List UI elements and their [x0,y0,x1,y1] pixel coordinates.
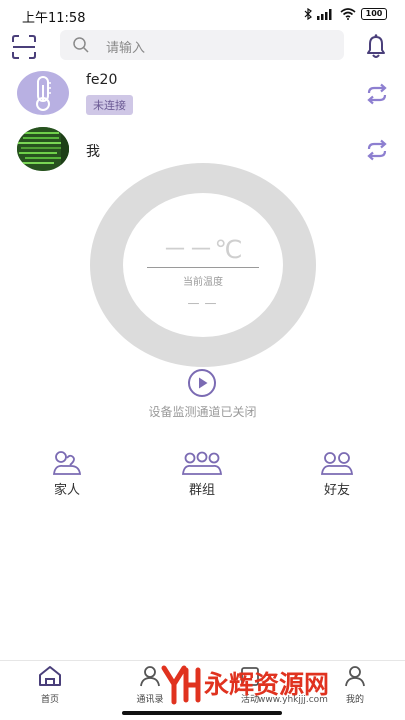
search-icon [73,37,89,53]
notification-button[interactable] [362,32,390,60]
refresh-icon [367,139,387,161]
play-button[interactable] [187,368,217,398]
signal-icon [317,9,332,20]
group-button[interactable]: 群组 [172,450,232,498]
status-time: 上午11:58 [22,11,86,26]
home-indicator [122,711,282,715]
monitor-status-text: 设备监测通道已关闭 [148,405,257,419]
friends-label: 好友 [323,483,350,498]
bluetooth-icon [304,8,312,20]
group-icon [181,451,223,475]
gauge-center: －－℃ 当前温度 －－ [123,193,283,337]
battery-icon: 100 [361,8,387,20]
green-code-image [17,127,69,171]
scan-icon [12,35,36,59]
watermark-logo [161,665,201,705]
gauge-divider [147,267,259,268]
thermometer-avatar [17,71,69,115]
watermark-url: www.yhkjjj.com [258,695,328,705]
friends-icon [320,452,354,475]
refresh-button[interactable] [364,139,390,161]
wifi-icon [340,8,356,20]
top-bar: 请输入 [0,30,405,62]
device-name: fe20 [86,72,118,88]
family-label: 家人 [53,483,80,498]
tab-home-label: 首页 [40,695,59,705]
group-label: 群组 [188,483,215,498]
bell-icon [367,34,385,58]
gauge-secondary-value: －－ [185,295,220,313]
device-avatar-image [17,127,69,171]
tab-home[interactable]: 首页 [20,665,80,705]
watermark: 永辉资源网 www.yhkjjj.com [158,662,388,708]
connection-status-badge: 未连接 [86,95,133,115]
scan-button[interactable] [10,33,38,61]
search-placeholder: 请输入 [106,41,146,56]
status-icons: 100 [304,8,387,20]
search-input[interactable]: 请输入 [60,30,344,60]
play-icon [188,369,216,397]
friends-button[interactable]: 好友 [307,450,367,498]
status-bar: 上午11:58 100 [0,0,405,30]
family-icon [52,451,82,475]
temperature-label: 当前温度 [183,277,223,288]
temperature-value: －－℃ [162,235,244,264]
refresh-button[interactable] [364,83,390,105]
temperature-gauge: －－℃ 当前温度 －－ [90,163,316,367]
thermometer-icon [36,76,51,111]
family-button[interactable]: 家人 [37,450,97,498]
home-icon [39,666,61,686]
device-item-fe20[interactable]: fe20 未连接 [0,71,405,125]
device-name: 我 [86,144,100,160]
refresh-icon [367,83,387,105]
